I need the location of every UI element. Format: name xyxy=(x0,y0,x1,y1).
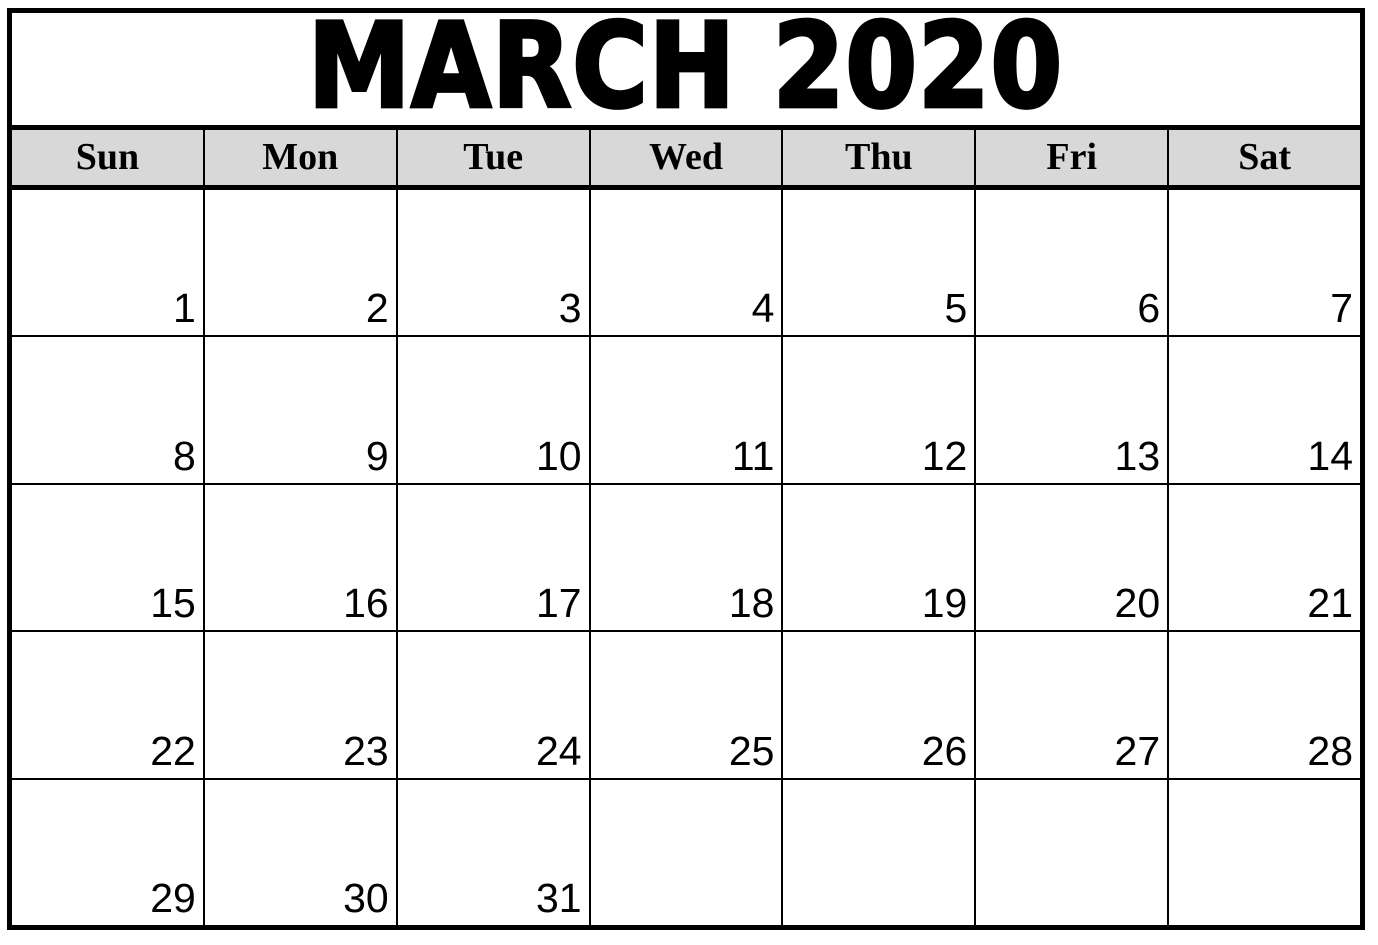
weekday-header-fri: Fri xyxy=(976,130,1170,185)
day-number: 31 xyxy=(535,875,582,922)
weekday-header-wed: Wed xyxy=(590,130,784,185)
day-number: 20 xyxy=(1114,580,1161,627)
day-number: 3 xyxy=(558,285,582,332)
day-number: 15 xyxy=(150,580,196,627)
day-cell[interactable]: 24 xyxy=(397,632,591,778)
day-cell[interactable] xyxy=(590,779,784,926)
day-number: 4 xyxy=(751,285,775,332)
day-number: 2 xyxy=(365,285,389,332)
day-cell[interactable]: 22 xyxy=(12,632,205,778)
day-number: 24 xyxy=(535,727,582,774)
weekday-label: Thu xyxy=(845,135,913,178)
day-number: 22 xyxy=(150,727,196,774)
day-cell[interactable]: 25 xyxy=(590,632,784,778)
weekday-header-row: Sun Mon Tue Wed Thu Fri Sat xyxy=(12,130,1361,190)
day-cell[interactable]: 18 xyxy=(590,484,784,631)
day-cell[interactable] xyxy=(976,779,1170,926)
day-cell[interactable]: 13 xyxy=(976,337,1170,483)
day-number: 5 xyxy=(944,285,968,332)
weekday-header-sat: Sat xyxy=(1169,130,1361,185)
day-number: 9 xyxy=(365,432,389,479)
day-cell[interactable]: 8 xyxy=(12,337,205,483)
day-cell[interactable]: 23 xyxy=(204,632,398,778)
day-number: 28 xyxy=(1307,727,1354,774)
day-number: 13 xyxy=(1114,432,1161,479)
day-number: 7 xyxy=(1330,285,1354,332)
day-number: 29 xyxy=(150,875,196,922)
day-number: 6 xyxy=(1137,285,1161,332)
week-row: 15 16 17 18 19 20 21 xyxy=(12,484,1361,633)
day-number: 10 xyxy=(535,432,582,479)
day-cell[interactable]: 16 xyxy=(204,484,398,631)
day-cell[interactable]: 4 xyxy=(590,190,784,336)
day-cell[interactable]: 5 xyxy=(783,190,977,336)
page-title: MARCH 2020 xyxy=(307,13,1065,130)
weekday-label: Mon xyxy=(262,135,339,178)
week-row: 22 23 24 25 26 27 28 xyxy=(12,632,1361,780)
weekday-header-mon: Mon xyxy=(204,130,398,185)
day-cell[interactable]: 17 xyxy=(397,484,591,631)
day-cell[interactable]: 11 xyxy=(590,337,784,483)
day-cell[interactable]: 20 xyxy=(976,484,1170,631)
day-number: 1 xyxy=(173,285,196,332)
day-cell[interactable]: 21 xyxy=(1169,484,1361,631)
calendar: MARCH 2020 Sun Mon Tue Wed Thu Fri Sat 1… xyxy=(7,8,1365,930)
day-number: 23 xyxy=(343,727,389,774)
day-cell[interactable]: 9 xyxy=(204,337,398,483)
day-cell[interactable]: 30 xyxy=(204,779,398,926)
day-number: 11 xyxy=(731,432,775,479)
day-number: 12 xyxy=(921,432,968,479)
week-row: 29 30 31 xyxy=(12,779,1361,926)
day-cell[interactable]: 12 xyxy=(783,337,977,483)
day-cell[interactable]: 31 xyxy=(397,779,591,926)
weekday-header-tue: Tue xyxy=(397,130,591,185)
day-number: 30 xyxy=(343,875,389,922)
calendar-grid: 1 2 3 4 5 6 7 8 9 10 11 12 13 14 15 16 1… xyxy=(12,190,1361,926)
weekday-label: Tue xyxy=(463,135,524,178)
day-cell[interactable]: 15 xyxy=(12,484,205,631)
day-cell[interactable] xyxy=(783,779,977,926)
day-cell[interactable]: 2 xyxy=(204,190,398,336)
day-cell[interactable] xyxy=(1169,779,1361,926)
day-cell[interactable]: 29 xyxy=(12,779,205,926)
day-number: 27 xyxy=(1114,727,1161,774)
weekday-label: Fri xyxy=(1046,135,1098,178)
day-number: 17 xyxy=(535,580,582,627)
day-cell[interactable]: 10 xyxy=(397,337,591,483)
day-number: 26 xyxy=(921,727,968,774)
day-cell[interactable]: 26 xyxy=(783,632,977,778)
day-number: 16 xyxy=(343,580,389,627)
week-row: 1 2 3 4 5 6 7 xyxy=(12,190,1361,338)
day-cell[interactable]: 3 xyxy=(397,190,591,336)
calendar-title-banner: MARCH 2020 xyxy=(12,13,1360,130)
day-number: 21 xyxy=(1307,580,1354,627)
day-cell[interactable]: 28 xyxy=(1169,632,1361,778)
weekday-header-thu: Thu xyxy=(783,130,977,185)
day-cell[interactable]: 1 xyxy=(12,190,205,336)
weekday-label: Sat xyxy=(1238,135,1291,178)
day-cell[interactable]: 7 xyxy=(1169,190,1361,336)
day-number: 8 xyxy=(173,432,196,479)
day-number: 14 xyxy=(1307,432,1354,479)
day-cell[interactable]: 6 xyxy=(976,190,1170,336)
day-cell[interactable]: 14 xyxy=(1169,337,1361,483)
weekday-header-sun: Sun xyxy=(12,130,205,185)
week-row: 8 9 10 11 12 13 14 xyxy=(12,337,1361,485)
day-number: 25 xyxy=(728,727,775,774)
weekday-label: Wed xyxy=(649,135,723,178)
day-number: 18 xyxy=(728,580,775,627)
weekday-label: Sun xyxy=(75,135,140,178)
day-cell[interactable]: 27 xyxy=(976,632,1170,778)
day-cell[interactable]: 19 xyxy=(783,484,977,631)
day-number: 19 xyxy=(921,580,968,627)
